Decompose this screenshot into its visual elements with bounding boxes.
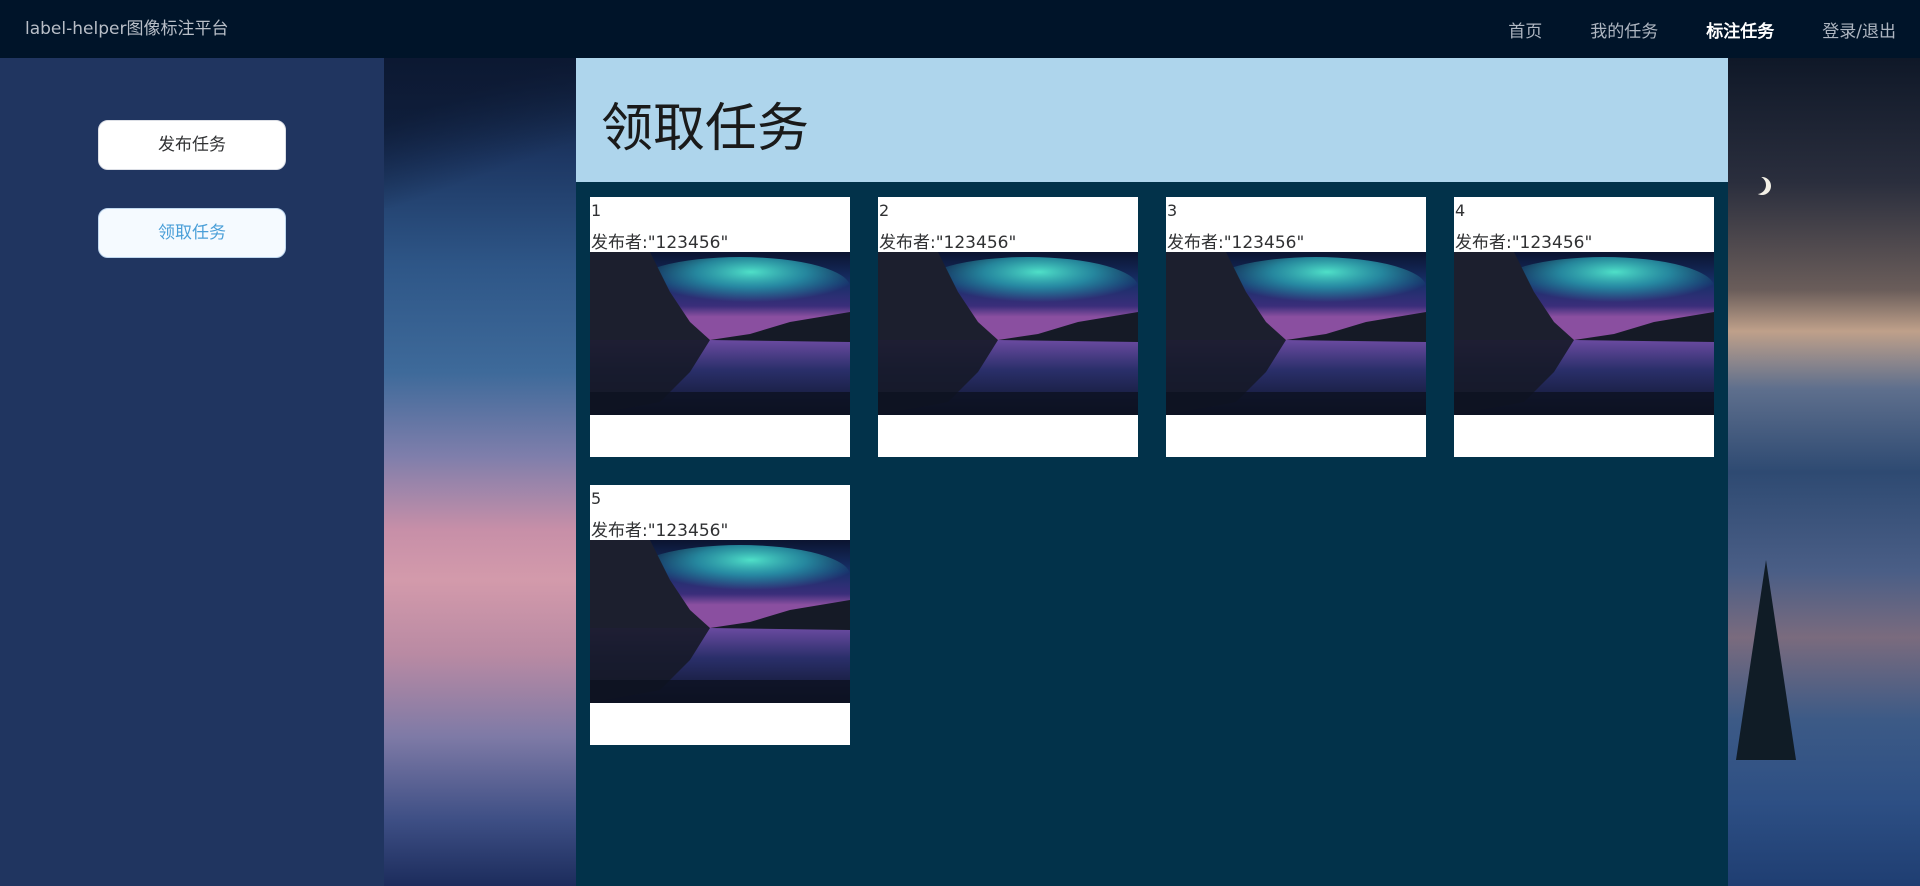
publisher-value: "123456" [647,233,729,253]
moon-icon [1748,176,1766,194]
top-navbar: label-helper图像标注平台 首页 我的任务 标注任务 登录/退出 [0,0,1920,58]
page-header: 领取任务 [576,58,1728,182]
nav-item-home[interactable]: 首页 [1508,17,1542,42]
task-image [590,540,850,703]
receive-task-button[interactable]: 领取任务 [98,208,286,258]
publisher-value: "123456" [1223,233,1305,253]
publisher-value: "123456" [1511,233,1593,253]
nav-item-my-tasks[interactable]: 我的任务 [1590,17,1658,42]
task-id: 5 [591,489,602,508]
task-id: 2 [879,201,890,220]
task-card[interactable]: 3 发布者:"123456" [1166,197,1426,457]
brand-title[interactable]: label-helper图像标注平台 [25,0,228,58]
task-publisher: 发布者:"123456" [591,516,728,541]
task-card[interactable]: 5 发布者:"123456" [590,485,850,745]
nav-menu: 首页 我的任务 标注任务 登录/退出 [1460,0,1896,58]
task-image [878,252,1138,415]
task-card[interactable]: 2 发布者:"123456" [878,197,1138,457]
nav-item-login-logout[interactable]: 登录/退出 [1822,17,1896,42]
task-publisher: 发布者:"123456" [591,228,728,253]
publisher-value: "123456" [935,233,1017,253]
task-image [1454,252,1714,415]
sidebar: 发布任务 领取任务 [0,58,384,886]
task-id: 1 [591,201,602,220]
publish-task-button[interactable]: 发布任务 [98,120,286,170]
nav-item-label-tasks[interactable]: 标注任务 [1706,17,1774,42]
publisher-value: "123456" [647,521,729,541]
task-id: 3 [1167,201,1178,220]
task-image [590,252,850,415]
tree-silhouette [1736,560,1796,760]
task-id: 4 [1455,201,1466,220]
task-card[interactable]: 4 发布者:"123456" [1454,197,1714,457]
main-panel: 领取任务 1 发布者:"123456" 2 发布者:"123456" 3 发布者… [576,58,1728,886]
publisher-label: 发布者: [591,521,648,541]
task-card[interactable]: 1 发布者:"123456" [590,197,850,457]
task-publisher: 发布者:"123456" [1455,228,1592,253]
task-image [1166,252,1426,415]
background-scenery-left [384,58,576,886]
publisher-label: 发布者: [1455,233,1512,253]
publisher-label: 发布者: [1167,233,1224,253]
publisher-label: 发布者: [879,233,936,253]
task-publisher: 发布者:"123456" [1167,228,1304,253]
task-publisher: 发布者:"123456" [879,228,1016,253]
page-title: 领取任务 [601,99,810,159]
publisher-label: 发布者: [591,233,648,253]
